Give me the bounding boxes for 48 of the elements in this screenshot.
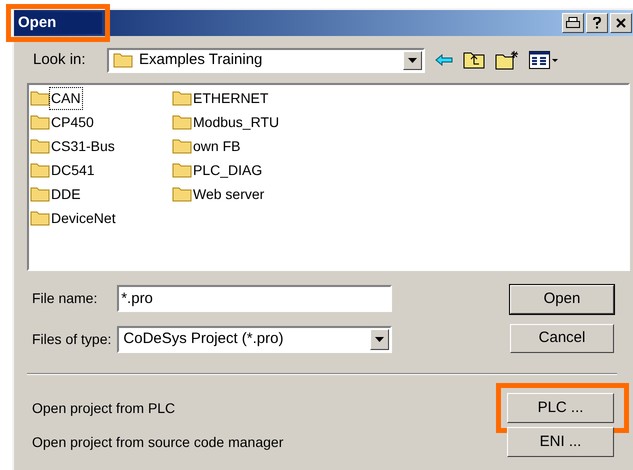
- folder-icon: [172, 138, 192, 154]
- folder-icon: [30, 138, 50, 154]
- folder-item[interactable]: DDE: [50, 184, 82, 204]
- option-label: Open project from source code manager: [32, 432, 284, 452]
- view-menu-icon[interactable]: [529, 51, 559, 69]
- folder-icon: [172, 114, 192, 130]
- new-folder-icon[interactable]: [495, 50, 519, 70]
- folder-icon: [30, 162, 50, 178]
- folder-icon: [30, 114, 50, 130]
- help-icon: [593, 17, 601, 29]
- folder-icon: [172, 162, 192, 178]
- folder-item[interactable]: Web server: [192, 184, 266, 204]
- look-in-value: Examples Training: [139, 50, 264, 70]
- folder-icon: [172, 186, 192, 202]
- folder-icon: [30, 90, 50, 106]
- close-icon: [616, 18, 626, 28]
- dialog-button[interactable]: Cancel: [510, 324, 614, 353]
- folder-item[interactable]: PLC_DIAG: [192, 160, 264, 180]
- look-in-label: Look in:: [33, 50, 87, 70]
- folder-item[interactable]: CAN: [50, 88, 82, 108]
- file-type-label: Files of type:: [32, 330, 112, 349]
- file-type-dropdown[interactable]: CoDeSys Project (*.pro): [117, 326, 392, 353]
- file-type-value: CoDeSys Project (*.pro): [122, 329, 284, 350]
- back-arrow-icon[interactable]: [435, 54, 453, 66]
- folder-item[interactable]: ETHERNET: [192, 88, 270, 108]
- printer-icon: [566, 17, 580, 29]
- option-label: Open project from PLC: [32, 398, 176, 418]
- folder-icon: [113, 52, 133, 68]
- folder-item[interactable]: CP450: [50, 112, 95, 132]
- folder-icon: [172, 90, 192, 106]
- folder-icon: [30, 210, 50, 226]
- folder-item[interactable]: CS31-Bus: [50, 136, 116, 156]
- print-button[interactable]: [562, 13, 584, 33]
- look-in-dropdown[interactable]: Examples Training: [107, 48, 425, 72]
- folder-item[interactable]: DeviceNet: [50, 208, 117, 228]
- option-button[interactable]: PLC ...: [507, 393, 614, 423]
- file-name-field[interactable]: *.pro: [117, 285, 392, 312]
- help-button[interactable]: [586, 13, 608, 33]
- file-name-label: File name:: [32, 289, 98, 308]
- folder-item[interactable]: own FB: [192, 136, 242, 156]
- folder-item[interactable]: Modbus_RTU: [192, 112, 280, 132]
- folder-icon: [30, 186, 50, 202]
- option-button[interactable]: ENI ...: [507, 427, 614, 457]
- folder-item[interactable]: DC541: [50, 160, 96, 180]
- window-title: Open: [16, 12, 102, 34]
- dialog-button[interactable]: Open: [510, 285, 614, 314]
- up-folder-icon[interactable]: [463, 51, 485, 69]
- close-button[interactable]: [610, 13, 632, 33]
